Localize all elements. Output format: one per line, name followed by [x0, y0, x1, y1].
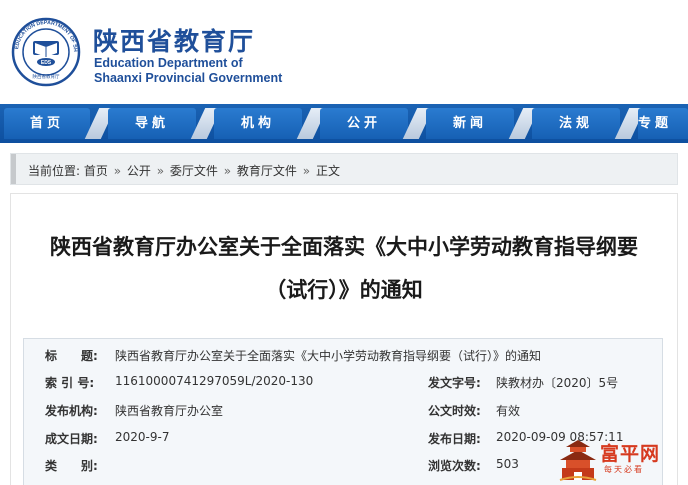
article-title-line1: 陕西省教育厅办公室关于全面落实《大中小学劳动教育指导纲要 [50, 235, 638, 259]
breadcrumb-separator: » [223, 164, 232, 178]
nav-item-home[interactable]: 首页 [4, 108, 90, 139]
docno-value: 陕教材办〔2020〕5号 [496, 376, 619, 390]
breadcrumb-current: 正文 [315, 164, 340, 178]
nav-item-regulations[interactable]: 法规 [532, 108, 620, 139]
nav-item-organization[interactable]: 机构 [214, 108, 302, 139]
breadcrumb-link-department-docs[interactable]: 委厅文件 [170, 164, 218, 178]
site-title-cn[interactable]: 陕西省教育厅 [93, 22, 255, 58]
emblem-bottom-text: 陕西省教育厅 [33, 73, 60, 80]
breadcrumb-prefix: 当前位置: [28, 164, 81, 178]
validity-label: 公文时效: [428, 404, 481, 418]
breadcrumb-marker [11, 154, 16, 184]
validity-value: 有效 [496, 404, 521, 418]
created-date-label: 成文日期: [45, 432, 98, 446]
published-date-label: 发布日期: [428, 432, 481, 446]
issuer-value: 陕西省教育厅办公室 [115, 404, 224, 418]
issuer-label: 发布机构: [45, 404, 98, 418]
site-header: EDUCATION DEPARTMENT OF SHAANXI EDS 陕西省教… [0, 0, 688, 103]
gate-tower-icon [559, 440, 597, 481]
breadcrumb-separator: » [302, 164, 311, 178]
watermark: 富平网 每天必看 [556, 437, 686, 483]
created-date-value: 2020-9-7 [115, 430, 170, 444]
nav-item-guide[interactable]: 导航 [108, 108, 196, 139]
views-value: 503 [496, 457, 519, 471]
info-row-issuer: 发布机构: 陕西省教育厅办公室 公文时效: 有效 [24, 394, 662, 423]
index-label: 索 引 号: [45, 376, 95, 390]
article-title-line2: （试行）》的通知 [265, 278, 423, 302]
breadcrumb-link-education-docs[interactable]: 教育厅文件 [237, 164, 297, 178]
subject-label: 标 题: [45, 349, 98, 363]
docno-label: 发文字号: [428, 376, 481, 390]
watermark-brand: 富平网 [600, 443, 661, 465]
info-row-subject: 标 题: 陕西省教育厅办公室关于全面落实《大中小学劳动教育指导纲要（试行）》的通… [24, 339, 662, 368]
nav-item-topics[interactable]: 专题 [638, 108, 688, 139]
breadcrumb-separator: » [156, 164, 165, 178]
views-label: 浏览次数: [428, 459, 481, 473]
breadcrumb-link-home[interactable]: 首页 [84, 164, 108, 178]
breadcrumb: 当前位置: 首页 » 公开 » 委厅文件 » 教育厅文件 » 正文 [10, 153, 678, 185]
index-value: 11610000741297059L/2020-130 [115, 374, 314, 388]
main-nav: 首页 导航 机构 公开 新闻 法规 专题 [0, 104, 688, 143]
subject-value: 陕西省教育厅办公室关于全面落实《大中小学劳动教育指导纲要（试行）》的通知 [115, 349, 542, 363]
site-title-en-line2: Shaanxi Provincial Government [94, 71, 283, 85]
category-label: 类 别: [45, 459, 98, 473]
watermark-subtitle: 每天必看 [604, 465, 644, 474]
nav-item-news[interactable]: 新闻 [426, 108, 514, 139]
info-row-index: 索 引 号: 11610000741297059L/2020-130 发文字号:… [24, 366, 662, 395]
nav-item-public[interactable]: 公开 [320, 108, 408, 139]
site-title-en-line1: Education Department of [94, 56, 243, 70]
education-department-emblem-icon[interactable]: EDUCATION DEPARTMENT OF SHAANXI EDS 陕西省教… [11, 17, 81, 87]
breadcrumb-link-public[interactable]: 公开 [127, 164, 151, 178]
breadcrumb-text: 当前位置: 首页 » 公开 » 委厅文件 » 教育厅文件 » 正文 [28, 162, 340, 179]
emblem-center-text: EDS [41, 60, 52, 66]
breadcrumb-separator: » [113, 164, 122, 178]
